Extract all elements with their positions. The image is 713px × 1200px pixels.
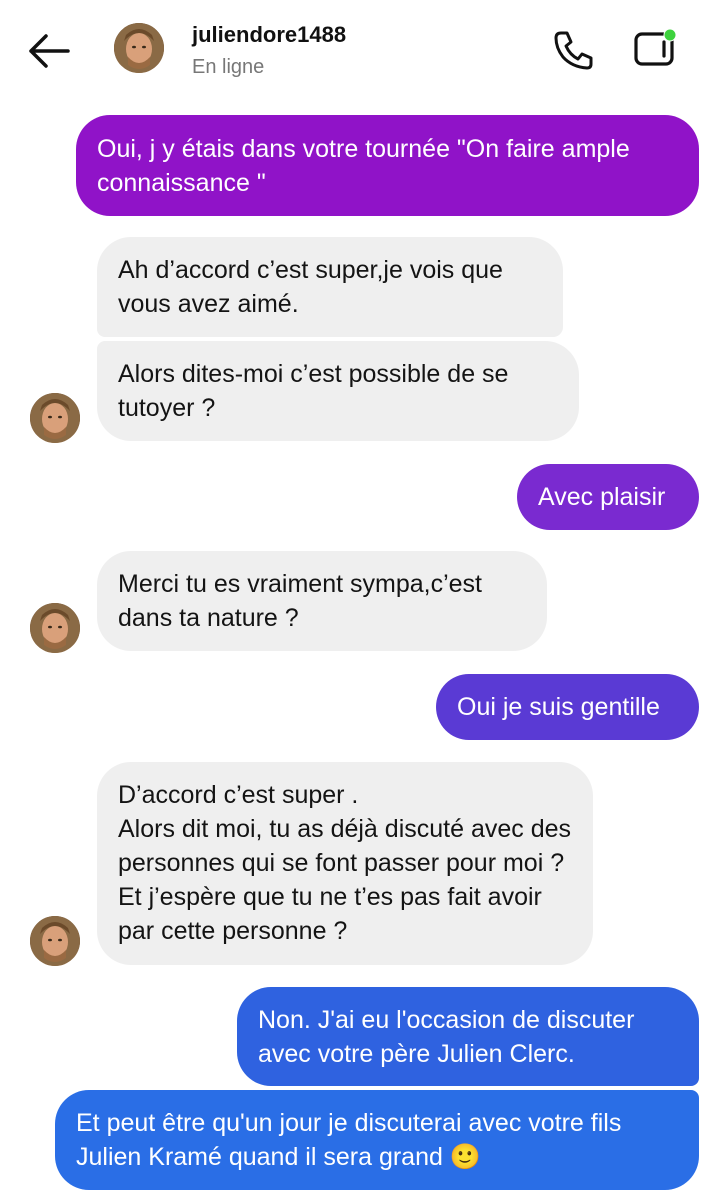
phone-icon xyxy=(554,31,593,70)
message-received[interactable]: Ah d’accord c’est super,je vois que vous… xyxy=(97,237,563,337)
arrow-left-icon xyxy=(29,34,70,68)
chat-header: juliendore1488 En ligne xyxy=(0,0,713,105)
online-dot xyxy=(664,29,676,41)
message-sent[interactable]: Non. J'ai eu l'occasion de discuter avec… xyxy=(237,987,699,1086)
back-button[interactable] xyxy=(26,32,72,70)
message-sent[interactable]: Et peut être qu'un jour je discuterai av… xyxy=(55,1090,699,1190)
contact-avatar[interactable] xyxy=(30,393,80,443)
video-call-button[interactable] xyxy=(632,26,682,70)
message-received[interactable]: D’accord c’est super . Alors dit moi, tu… xyxy=(97,762,593,965)
contact-username[interactable]: juliendore1488 xyxy=(192,22,346,48)
contact-avatar[interactable] xyxy=(30,603,80,653)
online-status: En ligne xyxy=(192,56,265,78)
message-received[interactable]: Alors dites-moi c’est possible de se tut… xyxy=(97,341,579,441)
message-received[interactable]: Merci tu es vraiment sympa,c’est dans ta… xyxy=(97,551,547,651)
message-sent[interactable]: Oui je suis gentille xyxy=(436,674,699,740)
voice-call-button[interactable] xyxy=(552,28,596,72)
video-camera-icon xyxy=(634,28,677,66)
contact-avatar[interactable] xyxy=(114,23,164,73)
contact-avatar[interactable] xyxy=(30,916,80,966)
message-sent[interactable]: Avec plaisir xyxy=(517,464,699,530)
message-sent[interactable]: Oui, j y étais dans votre tournée "On fa… xyxy=(76,115,699,216)
